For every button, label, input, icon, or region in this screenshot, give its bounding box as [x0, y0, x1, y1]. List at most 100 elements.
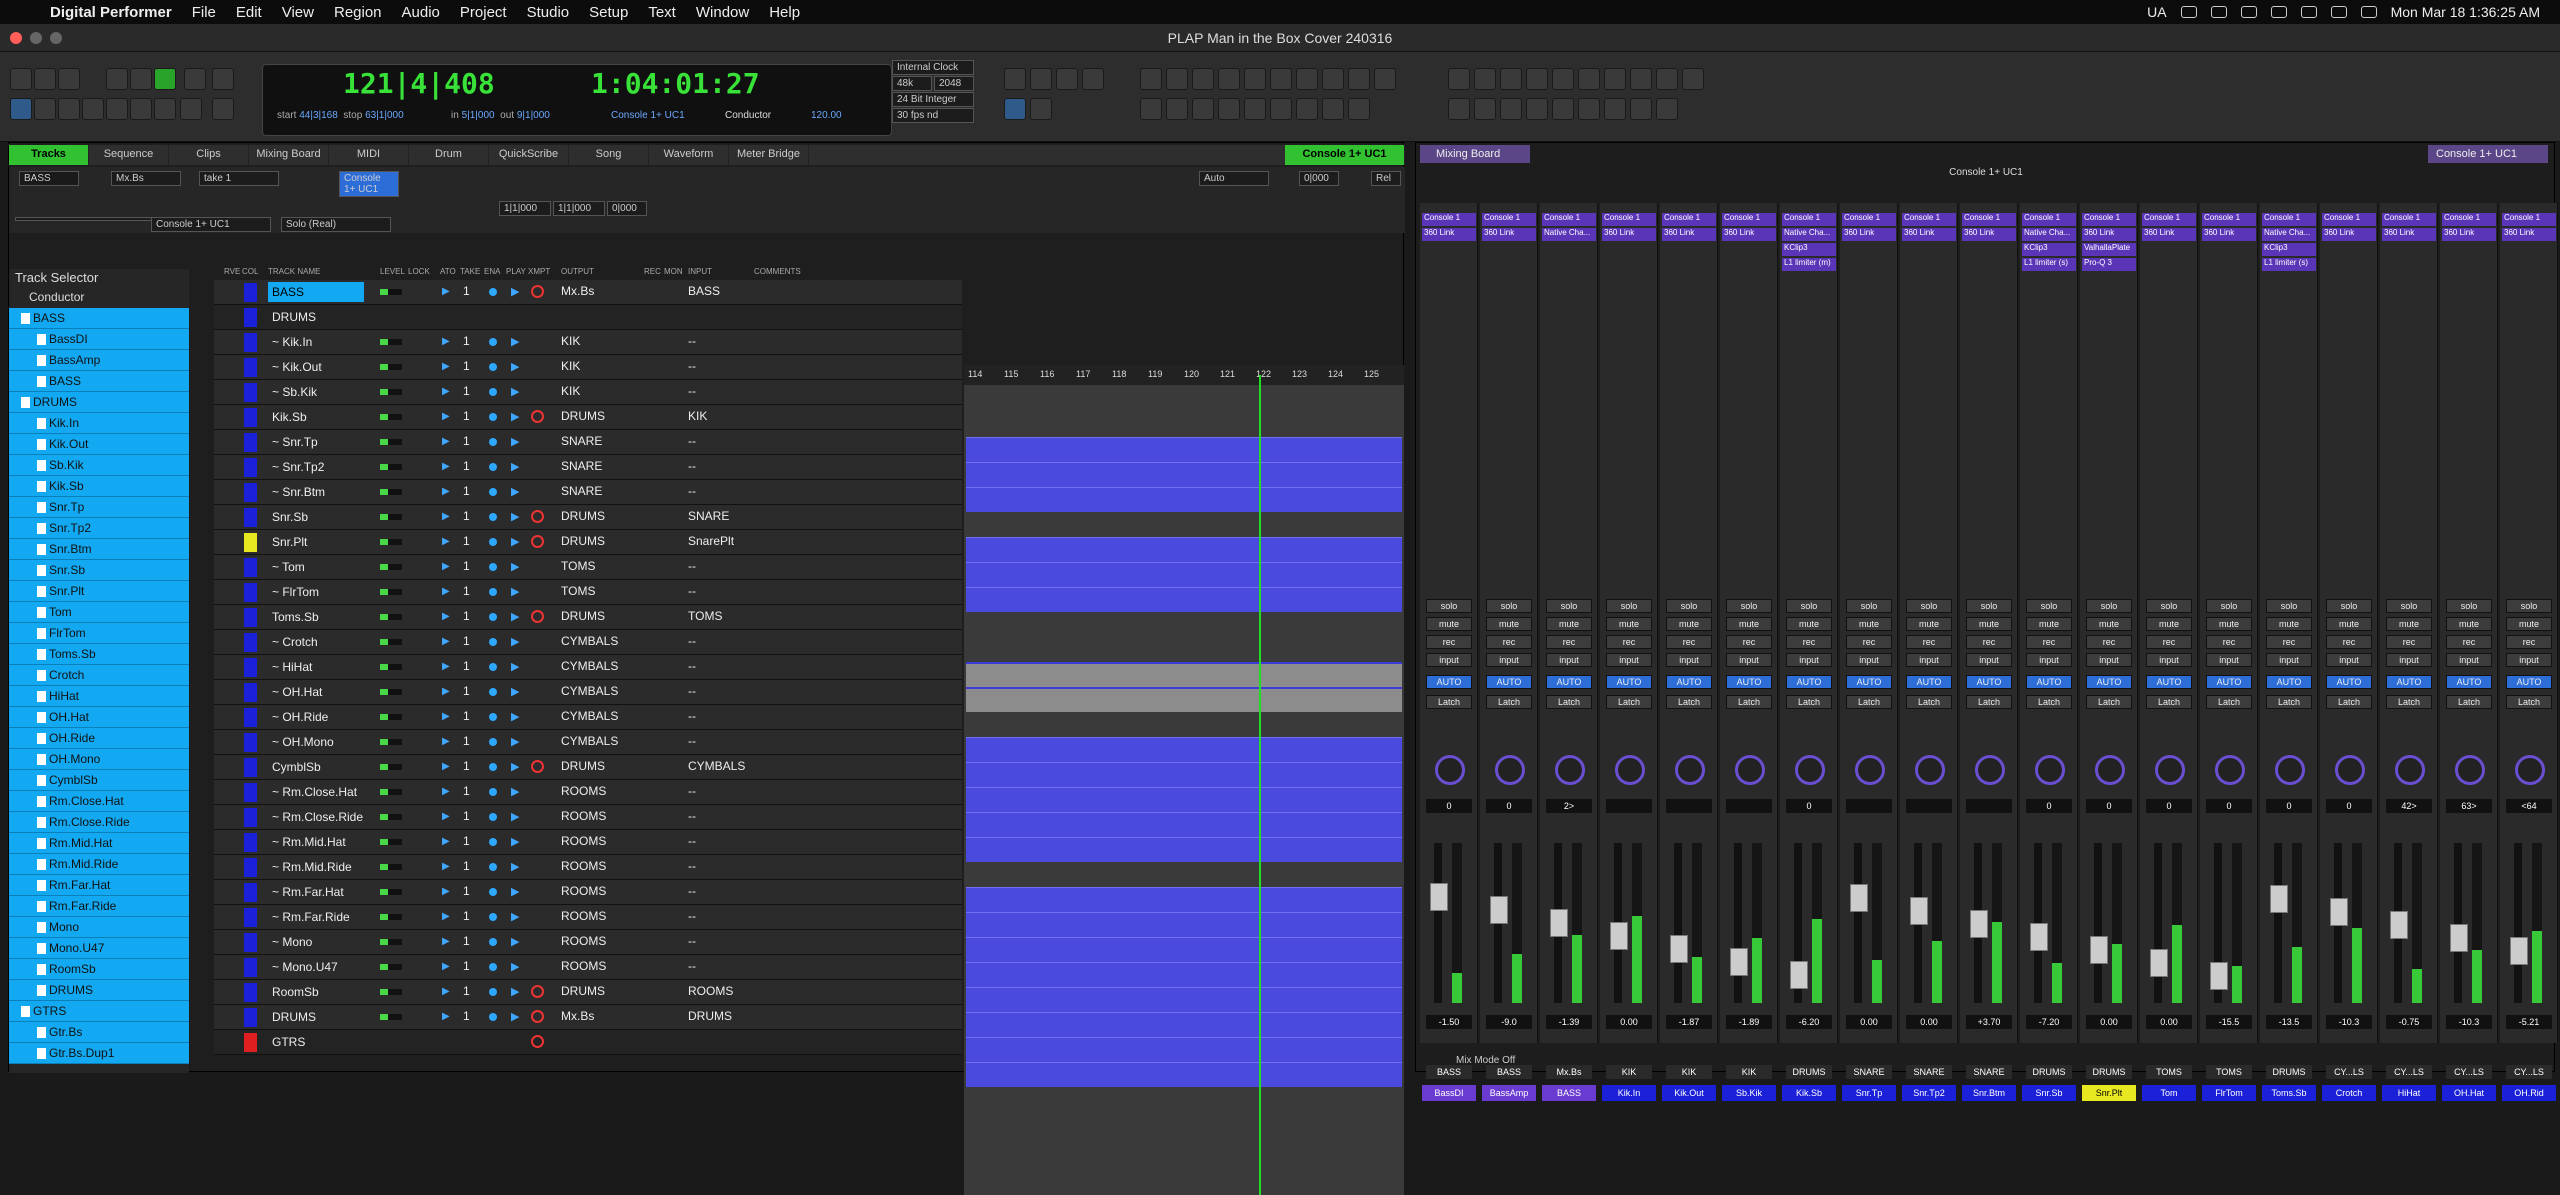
battery-icon[interactable]: [2270, 6, 2287, 18]
pan-value[interactable]: 0: [2266, 799, 2312, 813]
auto-play-icon[interactable]: ▶: [442, 861, 450, 872]
output-assign[interactable]: SNARE: [1906, 1065, 1952, 1079]
input-button[interactable]: input: [2146, 653, 2192, 667]
fader-cap[interactable]: [2510, 937, 2528, 965]
auto-button[interactable]: AUTO: [2446, 675, 2492, 689]
enable-toggle[interactable]: [489, 413, 497, 421]
volume-value[interactable]: -10.3: [2446, 1015, 2492, 1029]
sequence-lane[interactable]: [966, 762, 1402, 787]
tab-mixing-board[interactable]: Mixing Board: [249, 145, 329, 165]
take-number[interactable]: 1: [463, 934, 470, 948]
track-row[interactable]: CymblSb ▶ 1 ▶ DRUMS CYMBALS: [214, 755, 962, 780]
tab-drum[interactable]: Drum: [409, 145, 489, 165]
track-name[interactable]: ~ Snr.Btm: [268, 482, 364, 502]
enable-toggle[interactable]: [489, 938, 497, 946]
latch-select[interactable]: Latch: [2386, 695, 2432, 709]
rec-button[interactable]: rec: [1846, 635, 1892, 649]
track-output[interactable]: CYMBALS: [561, 684, 618, 698]
pan-value[interactable]: [1726, 799, 1772, 813]
solo-button[interactable]: solo: [1846, 599, 1892, 613]
selector-item[interactable]: BassAmp: [9, 350, 189, 371]
sequence-lane[interactable]: [966, 562, 1402, 587]
insert-slot[interactable]: 360 Link: [1902, 228, 1956, 241]
auto-play-icon[interactable]: ▶: [442, 986, 450, 997]
play-toggle-icon[interactable]: ▶: [511, 535, 519, 548]
clock[interactable]: Mon Mar 18 1:36:25 AM: [2391, 4, 2540, 20]
selector-item[interactable]: Kik.Out: [9, 434, 189, 455]
insert-slot[interactable]: 360 Link: [2082, 228, 2136, 241]
mute-button[interactable]: mute: [1966, 617, 2012, 631]
output-assign[interactable]: BASS: [1486, 1065, 1532, 1079]
time-field[interactable]: 0|000: [1299, 171, 1339, 186]
rec-button[interactable]: rec: [1606, 635, 1652, 649]
take-number[interactable]: 1: [463, 534, 470, 548]
track-color[interactable]: [244, 708, 257, 727]
track-output[interactable]: KIK: [561, 384, 580, 398]
track-output[interactable]: CYMBALS: [561, 634, 618, 648]
sequence-lane[interactable]: [966, 812, 1402, 837]
auto-play-icon[interactable]: ▶: [442, 611, 450, 622]
punch-button[interactable]: [34, 98, 56, 120]
rec-button[interactable]: rec: [2266, 635, 2312, 649]
selector-item[interactable]: Kik.In: [9, 413, 189, 434]
track-output[interactable]: ROOMS: [561, 934, 606, 948]
selector-item[interactable]: Rm.Close.Hat: [9, 791, 189, 812]
menu-project[interactable]: Project: [450, 4, 517, 21]
pan-value[interactable]: [1666, 799, 1712, 813]
sequence-lane[interactable]: [966, 487, 1402, 512]
console-tab[interactable]: Console 1+ UC1: [2428, 145, 2548, 163]
fader-cap[interactable]: [1910, 897, 1928, 925]
insert-slot[interactable]: Native Cha...: [1782, 228, 1836, 241]
mute-button[interactable]: mute: [1786, 617, 1832, 631]
sequence-lane[interactable]: [966, 1087, 1402, 1112]
track-row[interactable]: ~ Rm.Far.Hat ▶ 1 ▶ ROOMS --: [214, 880, 962, 905]
take-number[interactable]: 1: [463, 734, 470, 748]
sequence-lane[interactable]: [966, 1012, 1402, 1037]
volume-value[interactable]: -1.39: [1546, 1015, 1592, 1029]
pan-value[interactable]: 0: [2086, 799, 2132, 813]
in-value[interactable]: 5|1|000: [462, 110, 495, 121]
input-button[interactable]: input: [1726, 653, 1772, 667]
strip-name[interactable]: BassAmp: [1482, 1085, 1536, 1101]
sequence-lane[interactable]: [966, 1037, 1402, 1062]
tempo-icon[interactable]: [1552, 98, 1574, 120]
volume-value[interactable]: -0.75: [2386, 1015, 2432, 1029]
sample-rate[interactable]: 48k: [892, 76, 932, 91]
enable-toggle[interactable]: [489, 813, 497, 821]
track-color[interactable]: [244, 533, 257, 552]
mute-button[interactable]: mute: [2146, 617, 2192, 631]
auto-button[interactable]: AUTO: [1906, 675, 1952, 689]
mute-button[interactable]: mute: [2386, 617, 2432, 631]
fader-cap[interactable]: [1670, 935, 1688, 963]
insert-slot[interactable]: 360 Link: [2322, 228, 2376, 241]
play-toggle-icon[interactable]: ▶: [511, 735, 519, 748]
enable-toggle[interactable]: [489, 388, 497, 396]
col-output[interactable]: OUTPUT: [561, 267, 594, 276]
solo-button[interactable]: solo: [2146, 599, 2192, 613]
sequence-lane[interactable]: [966, 912, 1402, 937]
sequence-lane[interactable]: [966, 437, 1402, 462]
sequence-lane[interactable]: [966, 737, 1402, 762]
track-name[interactable]: ~ OH.Mono: [268, 732, 364, 752]
selector-item[interactable]: Rm.Far.Ride: [9, 896, 189, 917]
enable-toggle[interactable]: [489, 988, 497, 996]
insert-slot[interactable]: Console 1: [1662, 213, 1716, 226]
auto-button[interactable]: AUTO: [1606, 675, 1652, 689]
fader-cap[interactable]: [2210, 962, 2228, 990]
strip-name[interactable]: HiHat: [2382, 1085, 2436, 1101]
mute-button[interactable]: mute: [2266, 617, 2312, 631]
insert-slot[interactable]: Console 1: [1902, 213, 1956, 226]
sequence-lane[interactable]: [966, 612, 1402, 637]
fader-track[interactable]: [1434, 843, 1442, 1003]
pan-value[interactable]: 0: [2206, 799, 2252, 813]
enable-toggle[interactable]: [489, 538, 497, 546]
play-toggle-icon[interactable]: ▶: [511, 360, 519, 373]
pan-knob[interactable]: [2455, 755, 2485, 785]
track-row[interactable]: ~ Rm.Mid.Ride ▶ 1 ▶ ROOMS --: [214, 855, 962, 880]
pan-knob[interactable]: [1975, 755, 2005, 785]
auto-play-icon[interactable]: ▶: [442, 511, 450, 522]
track-color[interactable]: [244, 433, 257, 452]
sequence-lane[interactable]: [966, 462, 1402, 487]
input-button[interactable]: input: [2326, 653, 2372, 667]
sequence-lane[interactable]: [966, 637, 1402, 662]
